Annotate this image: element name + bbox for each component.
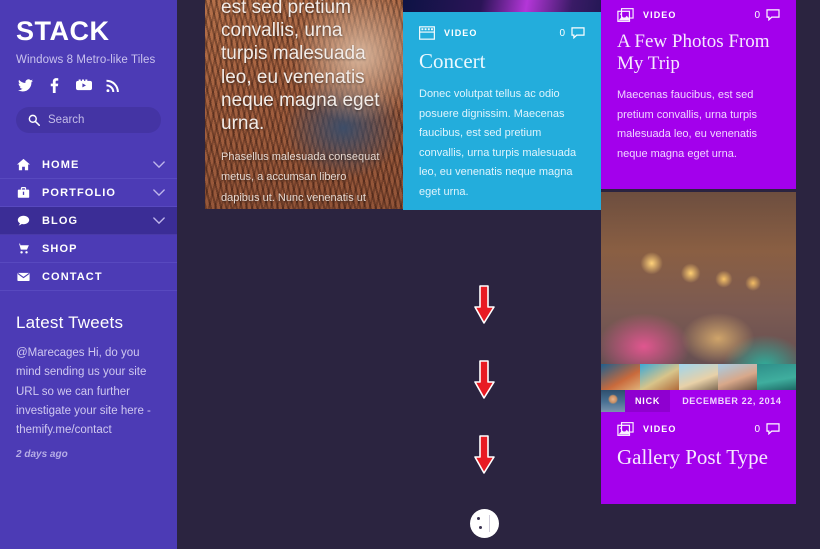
chevron-down-icon[interactable] [153,216,165,225]
tile-comments[interactable]: 0 [559,27,585,39]
marker-line [489,515,490,532]
tile-excerpt: Phasellus malesuada consequat metus, a a… [221,151,380,204]
gallery-thumbnail-strip [601,364,796,390]
tile-photos-trip[interactable]: VIDEO 0 A Few Photos From My Trip Maecen… [601,0,796,189]
tile-title[interactable]: Gallery Post Type [601,436,796,470]
sidebar-item-shop[interactable]: SHOP [0,235,177,263]
tile-format-label: VIDEO [643,10,677,20]
tile-heading: est sed pretium convallis, urna turpis m… [221,0,380,134]
site-logo[interactable]: STACK [0,0,177,45]
search-input[interactable] [48,114,149,126]
search-icon [28,114,40,126]
search-box[interactable] [16,107,161,133]
tile-title[interactable]: A Few Photos From My Trip [601,22,796,75]
thumbnail-5[interactable] [757,364,796,390]
tile-excerpt: Donec volutpat tellus ac odio posuere di… [419,88,577,198]
home-icon [17,158,36,171]
sidebar-item-label: HOME [42,158,80,171]
tile-photo-post[interactable]: est sed pretium convallis, urna turpis m… [205,0,403,209]
sidebar: STACK Windows 8 Metro-like Tiles Search … [0,0,177,549]
photo-overlay: est sed pretium convallis, urna turpis m… [205,0,403,209]
down-arrow-3 [471,435,497,475]
sidebar-item-label: BLOG [42,214,79,227]
tile-comments[interactable]: 0 [754,9,780,21]
tile-meta: VIDEO 0 [601,0,796,22]
down-arrow-1 [471,285,497,325]
cart-icon [17,242,36,255]
post-author[interactable]: NICK [625,390,671,412]
latest-tweets-widget: Latest Tweets @Marecages Hi, do you mind… [0,291,177,460]
comment-bubble-icon [571,27,585,39]
briefcase-icon [17,186,36,199]
tile-concert-photo[interactable] [403,0,628,12]
sidebar-item-portfolio[interactable]: PORTFOLIO [0,179,177,207]
search-container [0,93,177,133]
tweet-timestamp: 2 days ago [16,448,68,460]
comment-icon [17,214,36,227]
main-navigation: HOME PORTFOLIO BLOG SHOP CONTACT [0,151,177,291]
gallery-icon [617,8,634,22]
tile-format: VIDEO [617,422,677,436]
film-strip-icon [419,26,435,40]
sidebar-item-contact[interactable]: CONTACT [0,263,177,291]
thumbnail-2[interactable] [640,364,679,390]
sidebar-item-blog[interactable]: BLOG [0,207,177,235]
marker-dot-2 [479,526,482,529]
comment-count: 0 [559,27,565,39]
comment-bubble-icon [766,423,780,435]
tile-format-label: VIDEO [643,424,677,434]
tile-title[interactable]: Concert [403,40,601,74]
tile-format: VIDEO [419,26,478,40]
sidebar-item-label: CONTACT [42,270,103,283]
post-date: DECEMBER 22, 2014 [682,396,782,406]
chevron-down-icon[interactable] [153,188,165,197]
site-tagline: Windows 8 Metro-like Tiles [16,54,156,66]
widget-title: Latest Tweets [16,313,124,332]
down-arrow-2 [471,360,497,400]
rss-icon[interactable] [104,77,121,93]
thumbnail-3[interactable] [679,364,718,390]
thumbnail-4[interactable] [718,364,757,390]
envelope-icon [17,270,36,283]
tile-meta: VIDEO 0 [403,12,601,40]
tile-comments[interactable]: 0 [754,423,780,435]
tweet-text: @Marecages Hi, do you mind sending us yo… [16,347,151,437]
comment-count: 0 [754,9,760,21]
comment-count: 0 [754,423,760,435]
tile-cafe-photo[interactable] [601,192,796,390]
facebook-icon[interactable] [46,77,63,93]
thumbnail-1[interactable] [601,364,640,390]
marker-dot-1 [477,517,480,520]
tile-grid: est sed pretium convallis, urna turpis m… [177,0,820,549]
avatar [601,390,625,412]
tile-gallery-post[interactable]: NICK DECEMBER 22, 2014 VIDEO 0 Gallery P… [601,390,796,504]
tile-excerpt: Maecenas faucibus, est sed pretium conva… [617,89,758,160]
sidebar-item-home[interactable]: HOME [0,151,177,179]
tile-format-label: VIDEO [444,28,478,38]
scroll-marker[interactable] [470,509,499,538]
twitter-icon[interactable] [17,77,34,93]
sidebar-item-label: PORTFOLIO [42,186,117,199]
tile-format: VIDEO [617,8,677,22]
comment-bubble-icon [766,9,780,21]
social-links [0,66,177,93]
sidebar-item-label: SHOP [42,242,78,255]
post-byline: NICK DECEMBER 22, 2014 [601,390,781,412]
youtube-icon[interactable] [75,77,92,93]
page-root: STACK Windows 8 Metro-like Tiles Search … [0,0,820,549]
chevron-down-icon[interactable] [153,160,165,169]
gallery-icon [617,422,634,436]
tile-concert[interactable]: VIDEO 0 Concert Donec volutpat tellus ac… [403,12,601,210]
